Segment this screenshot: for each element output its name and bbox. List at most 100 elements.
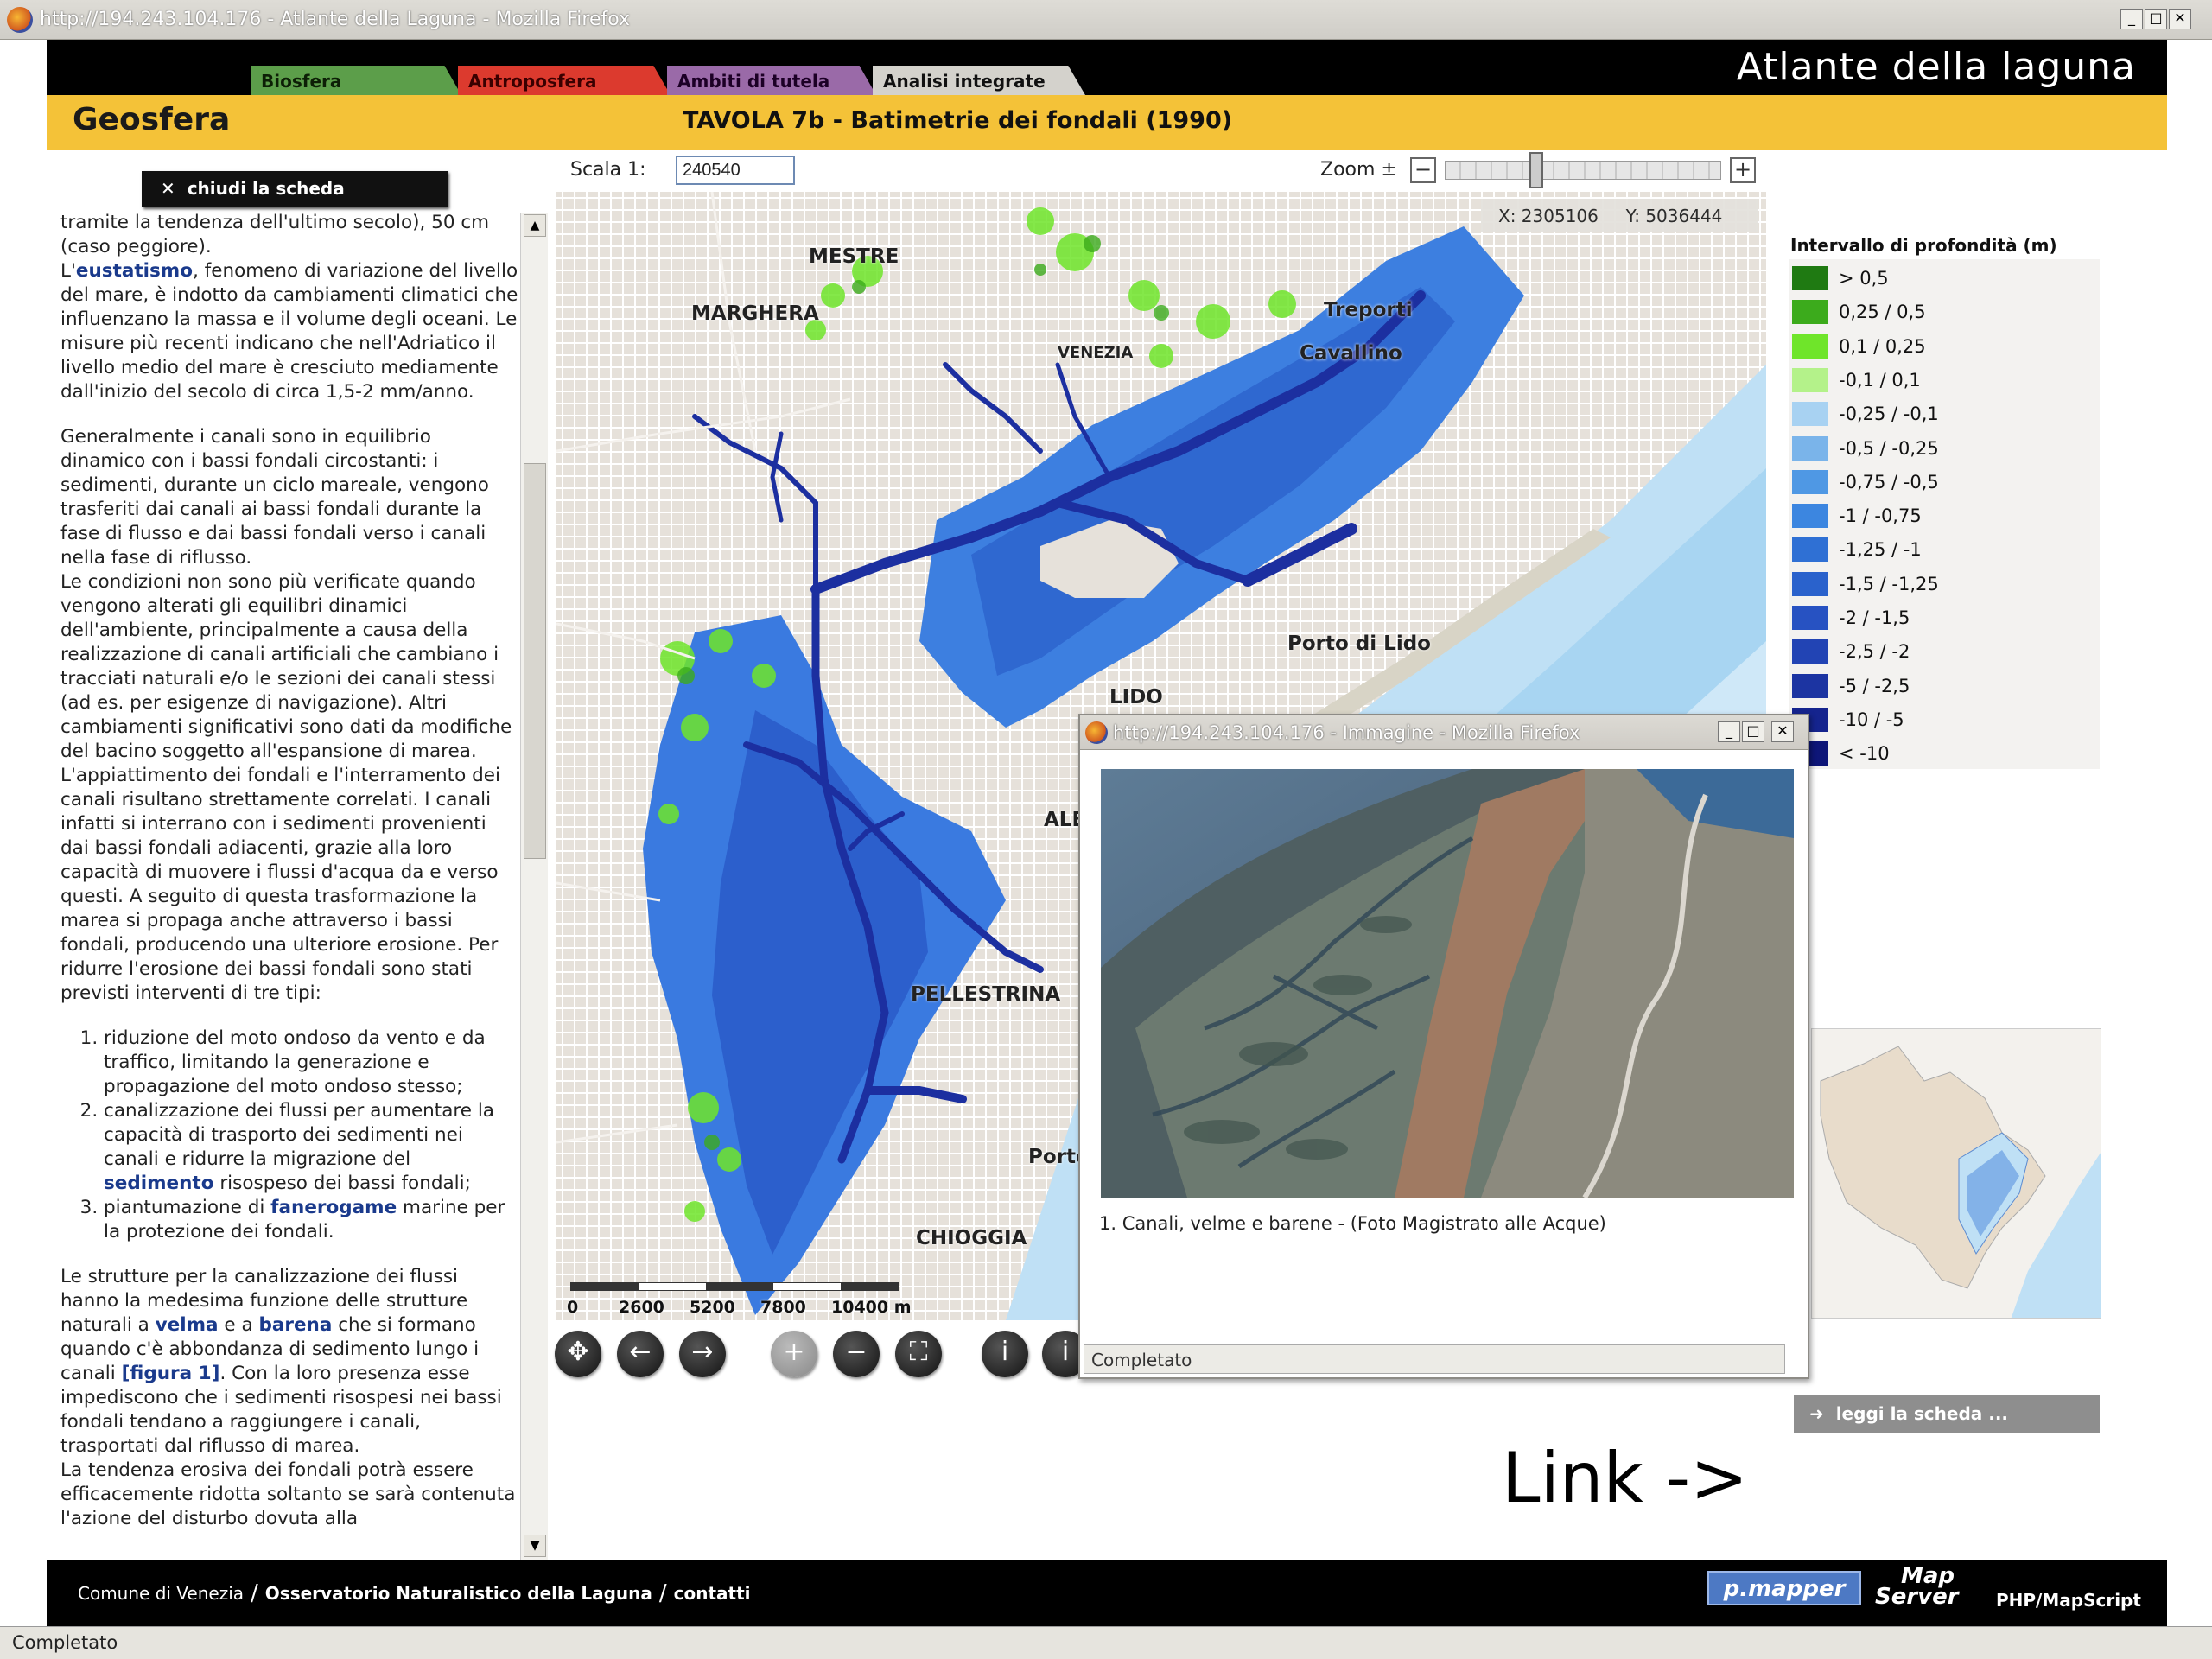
- list-item-text: piantumazione di: [104, 1197, 271, 1218]
- identify-info-icon[interactable]: i: [982, 1331, 1028, 1377]
- overview-map[interactable]: [1811, 1028, 2101, 1319]
- place-label-cavallino: Cavallino: [1300, 342, 1402, 365]
- footer-link-contatti[interactable]: contatti: [674, 1583, 751, 1604]
- legend-swatch: [1792, 537, 1828, 563]
- pmapper-logo[interactable]: p.mapper: [1707, 1571, 1861, 1605]
- zoom-out-tool-icon[interactable]: −: [833, 1331, 880, 1377]
- place-label-lido: LIDO: [1109, 686, 1163, 709]
- place-label-marghera: MARGHERA: [691, 302, 819, 325]
- scroll-thumb[interactable]: [524, 463, 546, 859]
- zoom-label: Zoom ±: [1320, 159, 1397, 181]
- legend-swatch: [1792, 469, 1828, 494]
- read-sheet-button[interactable]: ➜ leggi la scheda ...: [1794, 1395, 2100, 1433]
- legend-item: -0,5 / -0,25: [1792, 431, 1939, 466]
- full-extent-icon[interactable]: ⛶: [895, 1331, 942, 1377]
- legend-item: -0,25 / -0,1: [1792, 397, 1939, 431]
- legend-item: > 0,5: [1792, 261, 1889, 296]
- footer-link-osservatorio[interactable]: Osservatorio Naturalistico della Laguna: [265, 1583, 652, 1604]
- zoom-slider-track[interactable]: [1445, 161, 1721, 180]
- interventions-list: riduzione del moto ondoso da vento e da …: [104, 1027, 518, 1244]
- image-popup-window[interactable]: http://194.243.104.176 - Immagine - Mozi…: [1078, 714, 1809, 1379]
- legend-swatch: [1792, 300, 1828, 325]
- scroll-down-icon[interactable]: ▼: [524, 1535, 546, 1557]
- legend-label: -0,1 / 0,1: [1839, 369, 1921, 391]
- legend-label: -1 / -0,75: [1839, 505, 1922, 527]
- map-title: TAVOLA 7b - Batimetrie dei fondali (1990…: [683, 107, 1233, 134]
- legend-title: Intervallo di profondità (m): [1790, 235, 2057, 256]
- minimize-icon[interactable]: _: [2120, 9, 2143, 29]
- scale-tick: 10400 m: [831, 1298, 912, 1317]
- legend-item: -1,5 / -1,25: [1792, 567, 1939, 601]
- paragraph: tramite la tendenza dell'ultimo secolo),…: [60, 211, 518, 404]
- zoom-slider-thumb[interactable]: [1529, 152, 1543, 188]
- legend-label: -1,5 / -1,25: [1839, 573, 1939, 594]
- legend-label: > 0,5: [1839, 268, 1889, 289]
- coord-x: X: 2305106: [1498, 206, 1599, 226]
- tab-analisi-integrate[interactable]: Analisi integrate: [873, 66, 1085, 95]
- link-fanerogame[interactable]: fanerogame: [270, 1197, 397, 1218]
- paragraph: Generalmente i canali sono in equilibrio…: [60, 425, 518, 1006]
- legend-label: -0,25 / -0,1: [1839, 404, 1939, 425]
- mapserver-logo-text: Server: [1875, 1584, 1959, 1610]
- scale-label: Scala 1:: [570, 159, 646, 181]
- tab-antroposfera[interactable]: Antroposfera: [458, 66, 671, 95]
- aerial-photo: [1101, 769, 1794, 1198]
- paragraph-text: tramite la tendenza dell'ultimo secolo),…: [60, 212, 490, 257]
- legend-item: 0,1 / 0,25: [1792, 329, 1926, 364]
- overview-canvas: [1812, 1029, 2101, 1318]
- legend-swatch: [1792, 571, 1828, 596]
- brand-title: Atlante della laguna: [1736, 45, 2136, 89]
- coordinates-readout: X: 2305106 Y: 5036444: [1481, 199, 1758, 232]
- tab-ambiti-di-tutela[interactable]: Ambiti di tutela: [667, 66, 876, 95]
- popup-titlebar[interactable]: http://194.243.104.176 - Immagine - Mozi…: [1080, 715, 1808, 750]
- place-label-porto-di-lido: Porto di Lido: [1287, 632, 1431, 655]
- legend-item: -0,75 / -0,5: [1792, 465, 1939, 499]
- link-eustatismo[interactable]: eustatismo: [76, 260, 193, 282]
- minimize-icon[interactable]: _: [1718, 721, 1740, 742]
- paragraph-text: La tendenza erosiva dei fondali potrà es…: [60, 1459, 516, 1529]
- legend-swatch: [1792, 402, 1828, 427]
- place-label-pellestrina: PELLESTRINA: [911, 983, 1061, 1006]
- link-velma[interactable]: velma: [156, 1314, 219, 1336]
- close-card-button[interactable]: ✕ chiudi la scheda: [142, 171, 448, 207]
- legend-item: -1 / -0,75: [1792, 499, 1922, 533]
- phpmapscript-logo[interactable]: PHP/MapScript: [1996, 1590, 2141, 1611]
- zoom-in-tool-icon[interactable]: +: [771, 1331, 817, 1377]
- browser-title: http://194.243.104.176 - Atlante della L…: [40, 9, 631, 30]
- maximize-icon[interactable]: □: [1742, 721, 1764, 742]
- tab-biosfera[interactable]: Biosfera: [251, 66, 461, 95]
- legend-item: -1,25 / -1: [1792, 532, 1922, 567]
- browser-titlebar: http://194.243.104.176 - Atlante della L…: [0, 0, 2212, 40]
- scale-tick: 0: [567, 1298, 579, 1317]
- legend-label: -0,75 / -0,5: [1839, 471, 1939, 493]
- pan-tool-icon[interactable]: ✥: [555, 1331, 601, 1377]
- list-item: riduzione del moto ondoso da vento e da …: [104, 1027, 518, 1099]
- footer-link-comune[interactable]: Comune di Venezia: [78, 1583, 244, 1604]
- legend-item: -5 / -2,5: [1792, 669, 1910, 703]
- legend-label: -2,5 / -2: [1839, 641, 1910, 663]
- back-arrow-icon[interactable]: ←: [617, 1331, 664, 1377]
- scale-tick: 7800: [760, 1298, 806, 1317]
- legend-swatch: [1792, 504, 1828, 529]
- close-icon[interactable]: ✕: [1771, 721, 1794, 742]
- legend-label: -5 / -2,5: [1839, 675, 1910, 696]
- zoom-out-button[interactable]: −: [1410, 157, 1436, 183]
- text-scrollbar[interactable]: ▲ ▼: [520, 213, 548, 1560]
- scale-input[interactable]: [676, 156, 795, 185]
- maximize-icon[interactable]: □: [2145, 9, 2167, 29]
- close-icon[interactable]: ✕: [2169, 9, 2191, 29]
- popup-title: http://194.243.104.176 - Immagine - Mozi…: [1113, 721, 1580, 743]
- forward-arrow-icon[interactable]: →: [679, 1331, 726, 1377]
- link-figura-1[interactable]: [figura 1]: [122, 1363, 220, 1384]
- link-sedimento[interactable]: sedimento: [104, 1173, 213, 1194]
- place-label-chioggia: CHIOGGIA: [916, 1227, 1027, 1249]
- legend-item: -2 / -1,5: [1792, 601, 1910, 635]
- legend-label: -10 / -5: [1839, 709, 1904, 730]
- place-label-treporti: Treporti: [1324, 299, 1413, 321]
- paragraph-text: Le condizioni non sono più verificate qu…: [60, 571, 512, 1004]
- scroll-up-icon[interactable]: ▲: [524, 214, 546, 237]
- zoom-in-button[interactable]: +: [1730, 157, 1756, 183]
- link-barena[interactable]: barena: [258, 1314, 332, 1336]
- legend-label: -1,25 / -1: [1839, 539, 1922, 561]
- mapserver-logo[interactable]: Map Server: [1875, 1565, 1959, 1610]
